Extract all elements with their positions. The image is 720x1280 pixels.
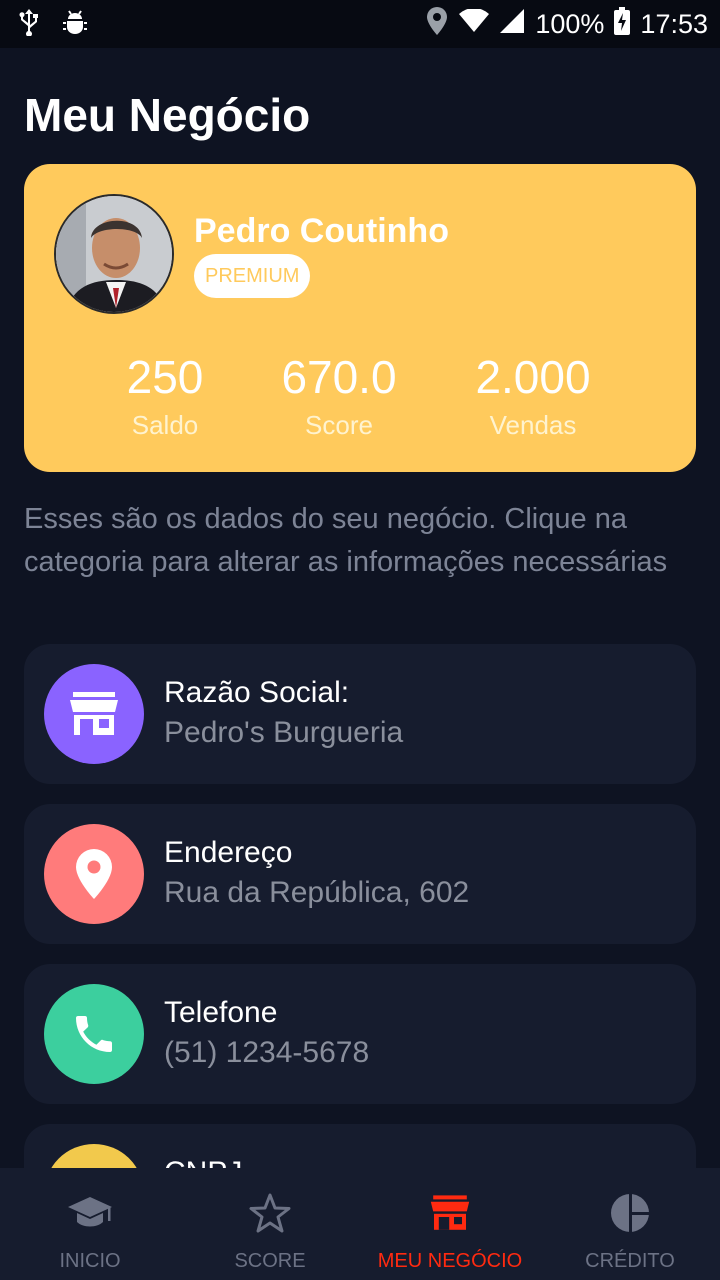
store-icon bbox=[44, 664, 144, 764]
pie-chart-icon bbox=[610, 1192, 650, 1234]
stat-label: Score bbox=[305, 410, 373, 440]
location-pin-icon bbox=[44, 824, 144, 924]
description-text: Esses são os dados do seu negócio. Cliqu… bbox=[24, 503, 668, 578]
nav-label: MEU NEGÓCIO bbox=[377, 1250, 523, 1272]
page-title: Meu Negócio bbox=[24, 89, 311, 141]
store-icon bbox=[430, 1192, 470, 1234]
stat-score: 670.0 Score bbox=[244, 354, 434, 441]
info-label: Razão Social: bbox=[164, 676, 350, 709]
stat-label: Saldo bbox=[131, 410, 199, 440]
info-item-endereco[interactable]: Endereço Rua da República, 602 bbox=[24, 804, 696, 944]
star-icon bbox=[249, 1192, 291, 1234]
clock: 17:53 bbox=[640, 8, 708, 39]
nav-label: SCORE bbox=[234, 1250, 306, 1272]
battery-percent: 100% bbox=[535, 8, 605, 39]
profile-name: Pedro Coutinho bbox=[194, 212, 449, 250]
nav-item-inicio[interactable]: INICIO bbox=[0, 1168, 180, 1280]
stat-value: 670.0 bbox=[281, 351, 397, 403]
nav-item-score[interactable]: SCORE bbox=[180, 1168, 360, 1280]
premium-badge: PREMIUM bbox=[194, 254, 311, 298]
info-label: Telefone bbox=[164, 996, 278, 1029]
info-value: Pedro's Burgueria bbox=[164, 716, 404, 749]
signal-icon bbox=[499, 8, 525, 41]
nav-label: INICIO bbox=[59, 1250, 121, 1272]
nav-item-credito[interactable]: CRÉDITO bbox=[540, 1168, 720, 1280]
location-status-icon bbox=[425, 6, 449, 43]
info-item-razao-social[interactable]: Razão Social: Pedro's Burgueria bbox=[24, 644, 696, 784]
wifi-icon bbox=[459, 7, 490, 40]
stat-value: 250 bbox=[126, 351, 204, 403]
info-item-telefone[interactable]: Telefone (51) 1234-5678 bbox=[24, 964, 696, 1104]
info-label: Endereço bbox=[164, 836, 293, 869]
bottom-navigation: INICIO SCORE MEU NEGÓCIO CRÉDITO bbox=[0, 1168, 720, 1280]
stat-saldo: 250 Saldo bbox=[70, 354, 260, 441]
nav-item-meu-negocio[interactable]: MEU NEGÓCIO bbox=[360, 1168, 540, 1280]
info-value: (51) 1234-5678 bbox=[164, 1036, 370, 1069]
stat-label: Vendas bbox=[489, 410, 577, 440]
android-debug-icon bbox=[62, 9, 88, 40]
battery-charging-icon bbox=[614, 6, 631, 42]
nav-label: CRÉDITO bbox=[585, 1250, 675, 1272]
status-bar: 100% 17:53 bbox=[0, 0, 720, 48]
info-value: Rua da República, 602 bbox=[164, 876, 470, 909]
profile-card: Pedro Coutinho PREMIUM 250 Saldo 670.0 S… bbox=[24, 164, 696, 472]
phone-icon bbox=[44, 984, 144, 1084]
avatar[interactable] bbox=[54, 194, 174, 314]
stat-value: 2.000 bbox=[475, 351, 591, 403]
stat-vendas: 2.000 Vendas bbox=[438, 354, 628, 441]
usb-icon bbox=[18, 8, 40, 41]
graduation-cap-icon bbox=[67, 1192, 113, 1234]
